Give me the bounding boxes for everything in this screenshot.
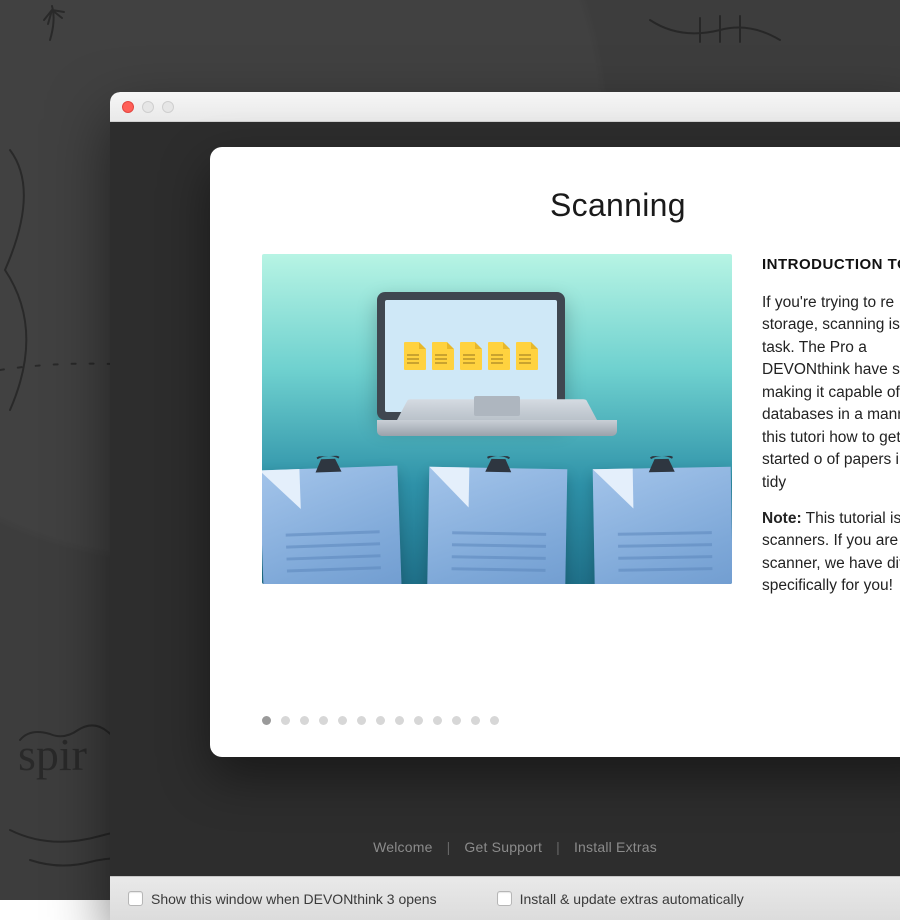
checkbox-label: Show this window when DEVONthink 3 opens xyxy=(151,891,437,907)
page-dot[interactable] xyxy=(452,716,461,725)
page-dot[interactable] xyxy=(281,716,290,725)
page-dot[interactable] xyxy=(376,716,385,725)
checkbox-box[interactable] xyxy=(128,891,143,906)
intro-paragraph: If you're trying to re​ storage, scannin… xyxy=(762,292,900,494)
page-dot[interactable] xyxy=(262,716,271,725)
link-get-support[interactable]: Get Support xyxy=(464,839,542,855)
checkbox-show-on-open[interactable]: Show this window when DEVONthink 3 opens xyxy=(128,891,437,907)
binder-clip-icon xyxy=(311,455,346,474)
binder-clip-icon xyxy=(481,456,515,475)
page-dot[interactable] xyxy=(414,716,423,725)
section-heading: INTRODUCTION TO xyxy=(762,254,900,276)
checkbox-auto-update-extras[interactable]: Install & update extras automatically xyxy=(497,891,744,907)
link-welcome[interactable]: Welcome xyxy=(373,839,433,855)
checkbox-box[interactable] xyxy=(497,891,512,906)
page-dot[interactable] xyxy=(300,716,309,725)
binder-clip-icon xyxy=(644,456,678,475)
document-icon xyxy=(432,342,454,370)
app-window: Welcome | Get Support | Install Extras S… xyxy=(110,92,900,920)
window-footer: Show this window when DEVONthink 3 opens… xyxy=(110,876,900,920)
window-close-button[interactable] xyxy=(122,101,134,113)
document-icon xyxy=(488,342,510,370)
laptop-graphic xyxy=(377,292,617,436)
page-dot[interactable] xyxy=(319,716,328,725)
document-icon xyxy=(404,342,426,370)
page-title: Scanning xyxy=(550,187,900,224)
separator: | xyxy=(447,839,451,855)
window-minimize-button[interactable] xyxy=(142,101,154,113)
separator: | xyxy=(556,839,560,855)
link-install-extras[interactable]: Install Extras xyxy=(574,839,657,855)
window-titlebar xyxy=(110,92,900,122)
checkbox-label: Install & update extras automatically xyxy=(520,891,744,907)
tutorial-panel: Scanning xyxy=(210,147,900,757)
note-label: Note: xyxy=(762,510,802,527)
document-icon xyxy=(460,342,482,370)
note-paragraph: Note: This tutorial is​ scanners. If you… xyxy=(762,508,900,598)
paper-stack-graphic xyxy=(262,468,732,584)
tutorial-illustration xyxy=(262,254,732,584)
window-zoom-button[interactable] xyxy=(162,101,174,113)
page-dot[interactable] xyxy=(357,716,366,725)
page-dot[interactable] xyxy=(433,716,442,725)
page-dot[interactable] xyxy=(471,716,480,725)
document-icon xyxy=(516,342,538,370)
page-dot[interactable] xyxy=(490,716,499,725)
page-indicator xyxy=(262,716,499,725)
page-dot[interactable] xyxy=(338,716,347,725)
background-nav-links: Welcome | Get Support | Install Extras xyxy=(110,832,900,862)
page-dot[interactable] xyxy=(395,716,404,725)
tutorial-text: INTRODUCTION TO If you're trying to re​ … xyxy=(762,254,900,612)
